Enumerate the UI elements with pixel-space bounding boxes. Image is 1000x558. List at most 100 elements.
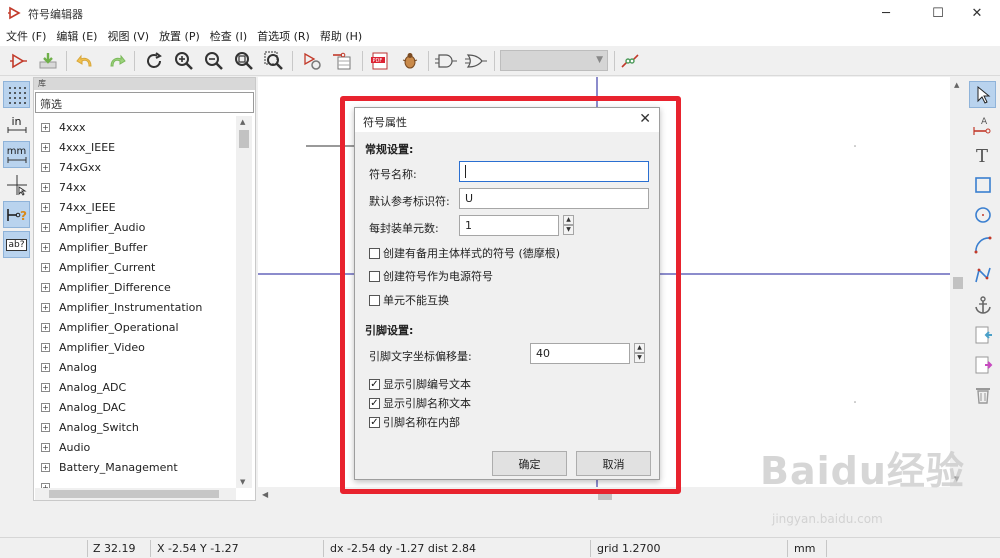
- scroll-up-icon[interactable]: ▲: [954, 81, 959, 89]
- units-not-interchangeable-checkbox[interactable]: 单元不能互换: [369, 292, 449, 308]
- zoom-fit-icon[interactable]: [232, 49, 256, 73]
- zoom-in-icon[interactable]: [172, 49, 196, 73]
- pin-text-offset-field[interactable]: 40: [530, 343, 630, 364]
- list-item[interactable]: +74xx_IEEE: [41, 198, 116, 216]
- list-item[interactable]: + Amplifier_Instrumentation: [41, 298, 202, 316]
- close-window-button[interactable]: ✕: [954, 0, 1000, 26]
- symbol-properties-icon[interactable]: [300, 49, 324, 73]
- grid-toggle-icon[interactable]: [3, 81, 30, 108]
- menu-preferences[interactable]: 首选项 (R): [257, 28, 310, 44]
- save-icon[interactable]: [36, 49, 60, 73]
- canvas-hscroll-thumb[interactable]: [598, 491, 612, 500]
- zoom-selection-icon[interactable]: [262, 49, 286, 73]
- list-item[interactable]: +4xxx: [41, 118, 86, 136]
- spin-down-icon[interactable]: ▼: [563, 225, 574, 235]
- default-reference-field[interactable]: U: [459, 188, 649, 209]
- menu-view[interactable]: 视图 (V): [107, 28, 149, 44]
- zoom-out-icon[interactable]: [202, 49, 226, 73]
- menu-help[interactable]: 帮助 (H): [320, 28, 362, 44]
- expand-icon[interactable]: +: [41, 322, 50, 332]
- library-filter-input[interactable]: 筛选: [35, 92, 254, 113]
- spin-up-icon[interactable]: ▲: [634, 343, 645, 353]
- pin-table-icon[interactable]: [330, 49, 354, 73]
- expand-icon[interactable]: +: [41, 362, 50, 372]
- expand-icon[interactable]: +: [41, 222, 50, 232]
- units-mm-button[interactable]: mm: [3, 141, 30, 168]
- checkbox-checked[interactable]: ✓: [369, 397, 380, 409]
- checkbox-box[interactable]: [369, 247, 380, 259]
- expand-icon[interactable]: +: [41, 402, 50, 412]
- add-circle-icon[interactable]: [969, 201, 996, 228]
- demorgan-checkbox[interactable]: 创建有备用主体样式的符号 (德摩根): [369, 245, 560, 261]
- delete-trash-icon[interactable]: [969, 381, 996, 408]
- select-arrow-icon[interactable]: [969, 81, 996, 108]
- library-vertical-scrollbar[interactable]: ▲ ▼: [236, 116, 252, 488]
- symbol-name-field[interactable]: [459, 161, 649, 182]
- expand-icon[interactable]: +: [41, 442, 50, 452]
- add-pin-icon[interactable]: A: [969, 111, 996, 138]
- scroll-up-icon[interactable]: ▲: [240, 118, 245, 126]
- import-graphics-icon[interactable]: [969, 321, 996, 348]
- edit-pin-icon[interactable]: [618, 49, 642, 73]
- menu-edit[interactable]: 编辑 (E): [56, 28, 97, 44]
- export-graphics-icon[interactable]: [969, 351, 996, 378]
- scroll-down-icon[interactable]: ▼: [240, 478, 245, 486]
- expand-icon[interactable]: +: [41, 262, 50, 272]
- undo-icon[interactable]: [74, 49, 98, 73]
- list-item[interactable]: + Audio: [41, 438, 90, 456]
- library-scroll-thumb[interactable]: [239, 130, 249, 148]
- expand-icon[interactable]: +: [41, 302, 50, 312]
- expand-icon[interactable]: +: [41, 182, 50, 192]
- export-pdf-icon[interactable]: PDF: [368, 49, 392, 73]
- minimize-button[interactable]: ─: [863, 0, 909, 26]
- library-horizontal-scrollbar[interactable]: [35, 488, 236, 500]
- spin-up-icon[interactable]: ▲: [563, 215, 574, 225]
- checkbox-checked[interactable]: ✓: [369, 416, 380, 428]
- check-bug-icon[interactable]: [398, 49, 422, 73]
- power-symbol-checkbox[interactable]: 创建符号作为电源符号: [369, 268, 493, 284]
- checkbox-box[interactable]: [369, 270, 380, 282]
- expand-icon[interactable]: +: [41, 342, 50, 352]
- list-item[interactable]: +74xGxx: [41, 158, 101, 176]
- ok-button[interactable]: 确定: [492, 451, 567, 476]
- refresh-icon[interactable]: [142, 49, 166, 73]
- expand-icon[interactable]: +: [41, 462, 50, 472]
- cancel-button[interactable]: 取消: [576, 451, 651, 476]
- checkbox-checked[interactable]: ✓: [369, 378, 380, 390]
- list-item[interactable]: + Amplifier_Current: [41, 258, 155, 276]
- list-item[interactable]: + Analog_ADC: [41, 378, 126, 396]
- expand-icon[interactable]: +: [41, 382, 50, 392]
- expand-icon[interactable]: +: [41, 242, 50, 252]
- units-inch-button[interactable]: in: [3, 111, 30, 138]
- add-arc-icon[interactable]: [969, 231, 996, 258]
- expand-icon[interactable]: +: [41, 142, 50, 152]
- canvas-vertical-scrollbar[interactable]: ▲ ▼: [950, 77, 966, 487]
- show-de-morgan-alternate-icon[interactable]: [464, 49, 488, 73]
- menu-place[interactable]: 放置 (P): [159, 28, 200, 44]
- expand-icon[interactable]: +: [41, 422, 50, 432]
- list-item[interactable]: + Battery_Management: [41, 458, 178, 476]
- full-crosshair-icon[interactable]: [3, 171, 30, 198]
- checkbox-box[interactable]: [369, 294, 380, 306]
- list-item[interactable]: + Amplifier_Audio: [41, 218, 145, 236]
- menu-inspect[interactable]: 检查 (I): [210, 28, 247, 44]
- expand-icon[interactable]: +: [41, 202, 50, 212]
- expand-icon[interactable]: +: [41, 282, 50, 292]
- unit-select-dropdown[interactable]: ▼: [500, 50, 608, 71]
- close-icon[interactable]: ✕: [639, 111, 651, 127]
- anchor-icon[interactable]: [969, 291, 996, 318]
- add-line-icon[interactable]: [969, 261, 996, 288]
- menu-file[interactable]: 文件 (F): [6, 28, 46, 44]
- list-item[interactable]: + Analog: [41, 358, 97, 376]
- units-per-package-field[interactable]: 1: [459, 215, 559, 236]
- list-item[interactable]: +74xx: [41, 178, 86, 196]
- show-electrical-type-button[interactable]: ab?: [3, 231, 30, 258]
- new-symbol-icon[interactable]: [6, 49, 30, 73]
- show-pin-name-checkbox[interactable]: ✓ 显示引脚名称文本: [369, 395, 471, 411]
- list-item[interactable]: + Amplifier_Buffer: [41, 238, 147, 256]
- list-item[interactable]: +4xxx_IEEE: [41, 138, 115, 156]
- list-item[interactable]: +: [41, 478, 59, 488]
- pin-offset-spinner[interactable]: ▲ ▼: [634, 343, 645, 364]
- pin-name-inside-checkbox[interactable]: ✓ 引脚名称在内部: [369, 414, 460, 430]
- list-item[interactable]: + Analog_DAC: [41, 398, 126, 416]
